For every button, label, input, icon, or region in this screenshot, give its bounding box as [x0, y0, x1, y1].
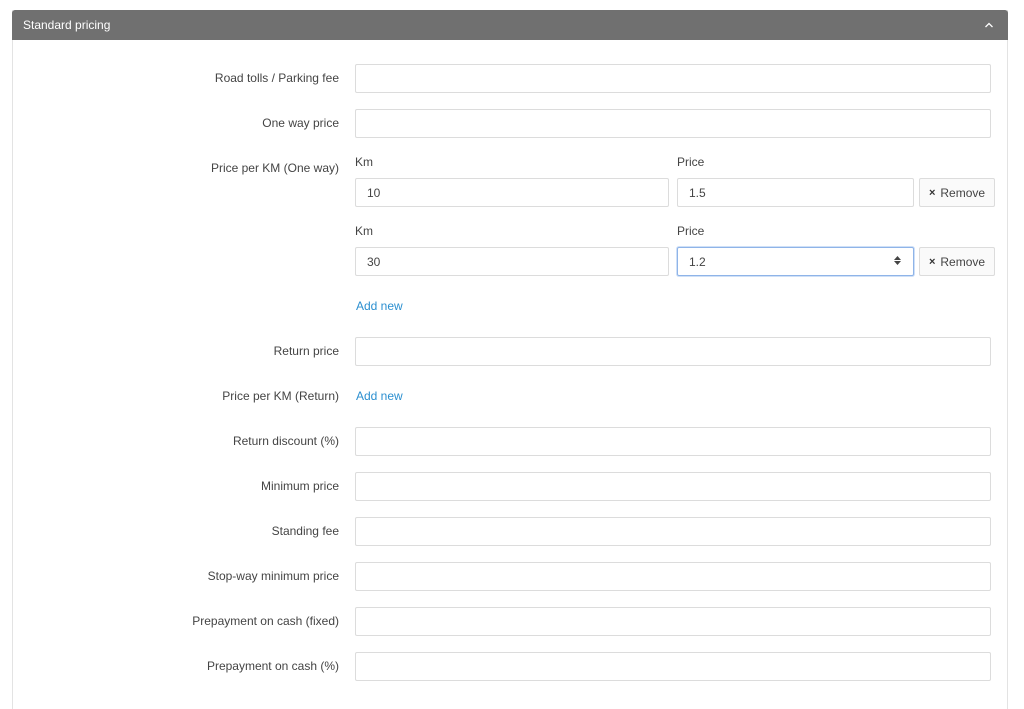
price-label: Price — [677, 224, 705, 238]
prepayment-fixed-label: Prepayment on cash (fixed) — [192, 614, 339, 628]
standing-fee-input[interactable] — [355, 517, 991, 546]
km-label: Km — [355, 155, 373, 169]
chevron-up-icon[interactable] — [983, 19, 995, 31]
number-spinner-icon[interactable] — [893, 254, 902, 267]
prepayment-fixed-input[interactable] — [355, 607, 991, 636]
standing-fee-label: Standing fee — [271, 524, 339, 538]
remove-label: Remove — [940, 254, 986, 269]
price-input-1[interactable] — [677, 178, 914, 207]
return-price-label: Return price — [273, 344, 339, 358]
price-per-km-one-way-label: Price per KM (One way) — [210, 161, 339, 175]
minimum-price-label: Minimum price — [260, 479, 339, 493]
prepayment-percent-input[interactable] — [355, 652, 991, 681]
add-new-return-link[interactable]: Add new — [356, 389, 403, 403]
prepayment-percent-label: Prepayment on cash (%) — [206, 659, 339, 673]
remove-label: Remove — [940, 185, 986, 200]
remove-button-1[interactable]: × Remove — [919, 178, 995, 207]
price-label: Price — [677, 155, 705, 169]
stop-way-minimum-price-input[interactable] — [355, 562, 991, 591]
add-new-one-way-link[interactable]: Add new — [356, 299, 403, 313]
panel-header[interactable]: Standard pricing — [12, 10, 1008, 40]
km-input-2[interactable] — [355, 247, 669, 276]
return-price-input[interactable] — [355, 337, 991, 366]
price-per-km-return-label: Price per KM (Return) — [222, 389, 339, 403]
km-label: Km — [355, 224, 373, 238]
panel-title: Standard pricing — [23, 18, 111, 32]
one-way-price-input[interactable] — [355, 109, 991, 138]
stop-way-minimum-price-label: Stop-way minimum price — [207, 569, 339, 583]
close-icon: × — [928, 186, 936, 199]
one-way-price-label: One way price — [262, 116, 339, 130]
road-tolls-label: Road tolls / Parking fee — [214, 71, 339, 85]
close-icon: × — [928, 255, 936, 268]
price-input-2[interactable] — [677, 247, 914, 276]
road-tolls-input[interactable] — [355, 64, 991, 93]
minimum-price-input[interactable] — [355, 472, 991, 501]
return-discount-label: Return discount (%) — [232, 434, 339, 448]
return-discount-input[interactable] — [355, 427, 991, 456]
km-input-1[interactable] — [355, 178, 669, 207]
remove-button-2[interactable]: × Remove — [919, 247, 995, 276]
